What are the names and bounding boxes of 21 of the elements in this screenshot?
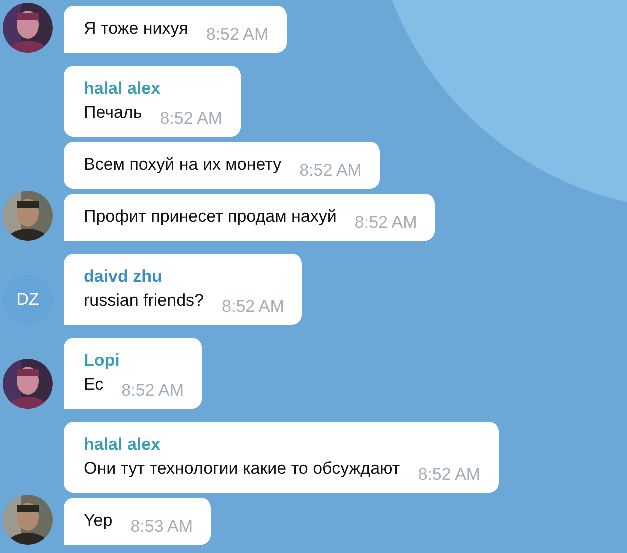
message-text: Печаль (84, 102, 142, 124)
sender-name[interactable]: daivd zhu (84, 265, 284, 289)
message-time: 8:52 AM (206, 25, 269, 45)
message-text: Они тут технологии какие то обсуждают (84, 458, 400, 480)
message-text: Ес (84, 374, 104, 396)
message-time: 8:52 AM (300, 161, 362, 181)
avatar-initials[interactable]: DZ (3, 275, 53, 325)
sender-name[interactable]: Lopi (84, 349, 184, 373)
message-time: 8:52 AM (354, 213, 418, 233)
message-text: Я тоже нихуя (84, 18, 188, 40)
message-text: russian friends? (84, 290, 204, 312)
message-time: 8:52 AM (160, 109, 223, 129)
message-time: 8:52 AM (122, 381, 184, 401)
sender-name[interactable]: halal alex (84, 433, 481, 457)
message-text: Профит принесет продам нахуй (84, 206, 337, 228)
message-time: 8:52 AM (222, 297, 284, 317)
sender-name[interactable]: halal alex (84, 77, 223, 101)
message-time: 8:53 AM (130, 517, 194, 537)
message-text: Yep (84, 510, 113, 532)
message-time: 8:52 AM (418, 465, 481, 485)
message-text: Всем похуй на их монету (84, 154, 282, 176)
